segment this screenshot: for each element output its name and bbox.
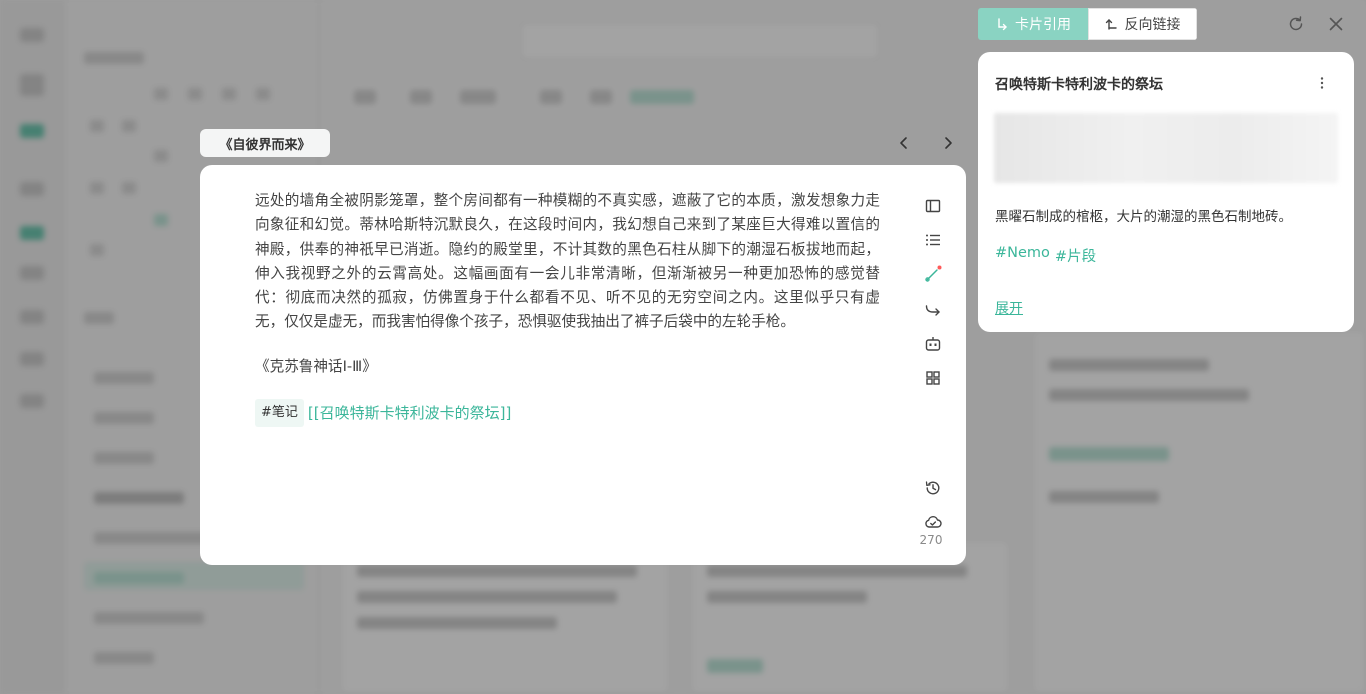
note-content[interactable]: 远处的墙角全被阴影笼罩，整个房间都有一种模糊的不真实感，遮蔽了它的本质，激发想象… [255,189,880,428]
note-paragraph: 远处的墙角全被阴影笼罩，整个房间都有一种模糊的不真实感，遮蔽了它的本质，激发想象… [255,192,880,331]
note-tags-line: #笔记 [[召唤特斯卡特利波卡的祭坛]] [255,399,880,428]
list-icon [926,234,940,246]
grid-icon [926,371,940,385]
card-more-button[interactable] [1311,72,1333,94]
outline-button[interactable] [922,229,944,251]
refresh-icon [1289,16,1303,31]
note-editor-card: 远处的墙角全被阴影笼罩，整个房间都有一种模糊的不真实感，遮蔽了它的本质，激发想象… [200,165,966,565]
chevron-right-icon [945,137,952,149]
history-icon [925,481,940,495]
toggle-sidebar-button[interactable] [922,195,944,217]
share-button[interactable] [922,299,944,321]
cloud-sync-button[interactable] [922,511,944,533]
expand-card-link[interactable]: 展开 [995,298,1023,318]
card-tag[interactable]: #片段 [1055,245,1096,266]
character-count: 270 [919,533,943,547]
chevron-left-icon [900,137,907,149]
referenced-card-title: 召唤特斯卡特利波卡的祭坛 [995,77,1163,93]
tab-backlinks-label: 反向链接 [1124,17,1181,33]
tab-backlinks[interactable]: 反向链接 [1088,8,1197,40]
source-title-tag: 《自彼界而来》 [200,129,330,157]
more-vertical-icon [1320,77,1324,89]
next-card-button[interactable] [936,131,960,155]
note-bidirectional-link[interactable]: [[召唤特斯卡特利波卡的祭坛]] [308,401,511,425]
referenced-card[interactable]: 召唤特斯卡特利波卡的祭坛 黑曜石制成的棺柩，大片的潮湿的黑色石制地砖。 #Nem… [978,52,1354,332]
sidebar-icon [925,199,941,213]
cloud-sync-icon [925,516,942,528]
share-icon [925,305,940,316]
close-panel-button[interactable] [1324,12,1348,36]
reference-arrow-icon [998,18,1007,31]
reference-tabs: 卡片引用 反向链接 [978,8,1197,40]
ai-assistant-button[interactable] [922,333,944,355]
prev-card-button[interactable] [892,131,916,155]
card-image[interactable] [994,113,1338,183]
tab-card-reference[interactable]: 卡片引用 [978,8,1088,40]
tab-card-reference-label: 卡片引用 [1015,17,1071,33]
card-tag[interactable]: #Nemo [995,245,1050,266]
referenced-card-tags: #Nemo #片段 [995,245,1096,266]
history-button[interactable] [922,477,944,499]
note-citation: 《克苏鲁神话Ⅰ-Ⅲ》 [255,357,377,375]
link-pen-icon [925,265,942,282]
referenced-card-text: 黑曜石制成的棺柩，大片的潮湿的黑色石制地砖。 [995,209,1292,225]
close-icon [1329,17,1343,31]
refresh-button[interactable] [1284,12,1308,36]
link-pen-button[interactable] [922,263,944,285]
ai-robot-icon [925,337,941,351]
note-tag[interactable]: #笔记 [255,399,304,428]
card-grid-button[interactable] [922,367,944,389]
backlink-arrow-icon [1105,19,1117,30]
